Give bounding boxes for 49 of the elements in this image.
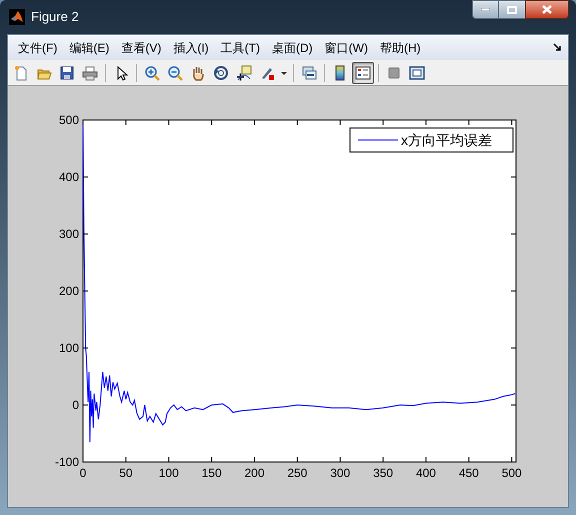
menu-item[interactable]: 帮助(H) xyxy=(374,36,427,58)
legend-icon xyxy=(355,64,371,80)
data-cursor-icon xyxy=(236,64,252,80)
save-icon xyxy=(59,64,75,80)
menu-item[interactable]: 桌面(D) xyxy=(266,36,319,58)
close-icon xyxy=(542,5,552,14)
menu-item[interactable]: 编辑(E) xyxy=(63,36,116,58)
printer-icon xyxy=(82,64,98,80)
legend-label: x方向平均误差 xyxy=(401,132,492,148)
minimize-icon xyxy=(481,8,490,11)
x-tick-label: 0 xyxy=(80,466,86,480)
new-file-icon xyxy=(13,64,29,80)
x-tick-label: 100 xyxy=(158,466,179,480)
x-tick-label: 450 xyxy=(458,466,479,480)
x-tick-label: 200 xyxy=(244,466,264,480)
window-icon xyxy=(409,64,425,80)
x-tick-label: 350 xyxy=(373,466,394,480)
x-tick-label: 500 xyxy=(502,466,522,480)
close-button[interactable] xyxy=(525,0,569,19)
y-tick-label: -100 xyxy=(54,455,79,469)
menu-item[interactable]: 窗口(W) xyxy=(318,36,374,58)
zoom-in-icon xyxy=(144,64,160,80)
app-logo-icon xyxy=(9,9,25,25)
square-icon xyxy=(386,64,402,80)
minimize-button[interactable] xyxy=(472,0,499,19)
y-tick-label: 400 xyxy=(58,170,79,184)
menu-item[interactable]: 工具(T) xyxy=(214,36,266,58)
x-tick-label: 150 xyxy=(202,466,222,480)
hand-icon xyxy=(190,64,206,80)
x-tick-label: 400 xyxy=(416,466,436,480)
y-tick-label: 0 xyxy=(72,398,79,412)
x-tick-label: 300 xyxy=(330,466,350,480)
y-tick-label: 500 xyxy=(58,113,79,127)
x-tick-label: 50 xyxy=(119,466,133,480)
y-tick-label: 300 xyxy=(58,227,79,241)
dock-arrow-icon[interactable] xyxy=(553,43,562,52)
menu-item[interactable]: 文件(F) xyxy=(12,36,64,58)
menu-item[interactable]: 查看(V) xyxy=(115,36,168,58)
menu-item[interactable]: 插入(I) xyxy=(167,36,215,58)
maximize-icon xyxy=(507,6,517,14)
link-icon xyxy=(301,64,317,80)
x-tick-label: 250 xyxy=(287,466,308,480)
maximize-button[interactable] xyxy=(499,0,525,19)
rotate-icon xyxy=(213,64,229,80)
zoom-out-icon xyxy=(167,64,183,80)
y-tick-label: 100 xyxy=(58,341,79,355)
y-tick-label: 200 xyxy=(58,284,79,298)
window-title: Figure 2 xyxy=(31,8,79,26)
toolbar-button[interactable] xyxy=(352,62,374,84)
